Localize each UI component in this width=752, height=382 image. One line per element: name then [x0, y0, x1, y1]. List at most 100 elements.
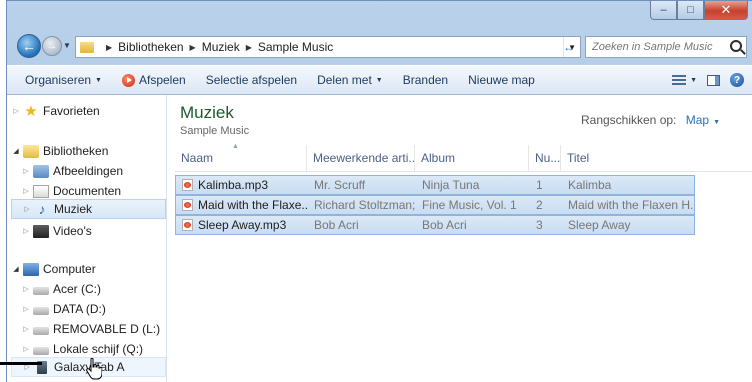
column-header-artists[interactable]: Meewerkende arti... [307, 145, 415, 171]
breadcrumb-sample-music[interactable]: Sample Music [258, 40, 333, 54]
expand-arrow-icon[interactable]: ▷ [21, 345, 31, 353]
nav-item-label: Bibliotheken [43, 144, 109, 158]
collapse-arrow-icon[interactable]: ◢ [11, 147, 21, 155]
nav-item-drive-c[interactable]: ▷ Acer (C:) [21, 279, 101, 299]
column-header-label: Meewerkende arti... [313, 151, 415, 165]
column-header-row: ▲ Naam Meewerkende arti... Album Nu... T… [175, 143, 752, 172]
file-name: Sleep Away.mp3 [198, 218, 287, 232]
chevron-down-icon: ▼ [690, 76, 697, 84]
new-folder-button[interactable]: Nieuwe map [458, 66, 545, 94]
nav-item-label: Muziek [54, 202, 93, 216]
file-list-pane: Muziek Sample Music Rangschikken op: Map… [167, 95, 752, 382]
address-bar[interactable]: ▶ Bibliotheken ▶ Muziek ▶ Sample Music ▼ [75, 36, 581, 58]
column-header-name[interactable]: Naam [175, 145, 307, 171]
search-box[interactable] [585, 36, 747, 58]
recent-pages-button[interactable]: ▼ [63, 41, 71, 50]
nav-item-music[interactable]: ▷ ♪ Muziek [11, 199, 166, 219]
nav-item-label: REMOVABLE D (L:) [53, 322, 161, 336]
table-row[interactable]: Sleep Away.mp3 Bob Acri Bob Acri 3 Sleep… [175, 215, 695, 235]
breadcrumb-libraries[interactable]: Bibliotheken [118, 40, 183, 54]
explorer-window: – □ ✕ ← → ▼ ▶ Bibliotheken ▶ Muziek ▶ Sa… [6, 0, 752, 382]
arrange-by: Rangschikken op: Map ▼ [581, 113, 720, 127]
search-icon[interactable] [730, 40, 742, 52]
preview-pane-icon[interactable] [707, 74, 720, 86]
expand-arrow-icon[interactable]: ▷ [21, 305, 31, 313]
expand-arrow-icon[interactable]: ▷ [21, 167, 31, 175]
new-folder-label: Nieuwe map [468, 73, 535, 87]
back-button[interactable]: ← [17, 34, 41, 58]
breadcrumb-chevron-icon[interactable]: ▶ [246, 43, 252, 52]
burn-button[interactable]: Branden [393, 66, 458, 94]
file-track-number: 1 [536, 178, 543, 192]
file-title: Sleep Away [568, 218, 631, 232]
library-title: Muziek [180, 103, 234, 122]
expand-arrow-icon[interactable]: ▷ [11, 107, 21, 115]
expand-arrow-icon[interactable]: ▷ [21, 285, 31, 293]
table-row[interactable]: Maid with the Flaxe... Richard Stoltzman… [175, 195, 695, 215]
close-button[interactable]: ✕ [704, 1, 748, 20]
column-header-number[interactable]: Nu... [529, 145, 561, 171]
command-bar: Organiseren ▼ Afspelen Selectie afspelen … [7, 65, 752, 95]
play-icon [121, 73, 135, 87]
toolbar-right-group: ▼ ? [672, 66, 744, 94]
nav-item-drive-q[interactable]: ▷ Lokale schijf (Q:) [21, 339, 143, 359]
share-button[interactable]: Delen met ▼ [307, 66, 393, 94]
library-icon [23, 144, 39, 158]
file-album: Bob Acri [422, 218, 467, 232]
play-label: Afspelen [138, 73, 186, 87]
file-track-number: 3 [536, 218, 543, 232]
expand-arrow-icon[interactable]: ▷ [21, 227, 31, 235]
refresh-icon[interactable]: ↔ [563, 40, 575, 54]
arrange-by-value: Map [685, 113, 710, 127]
maximize-button[interactable]: □ [677, 1, 704, 20]
search-input[interactable] [592, 41, 722, 53]
drive-icon [33, 346, 49, 355]
column-header-title[interactable]: Titel [561, 145, 691, 171]
burn-label: Branden [402, 73, 449, 87]
file-artist: Bob Acri [314, 218, 359, 232]
drive-icon [33, 286, 49, 295]
nav-item-libraries[interactable]: ◢ Bibliotheken [11, 141, 108, 161]
view-options-icon [672, 74, 687, 86]
annotation-pointer-line [0, 362, 42, 365]
table-row[interactable]: Kalimba.mp3 Mr. Scruff Ninja Tuna 1 Kali… [175, 175, 695, 195]
breadcrumb-chevron-icon[interactable]: ▶ [190, 43, 196, 52]
file-artist: Mr. Scruff [314, 178, 366, 192]
organize-button[interactable]: Organiseren ▼ [15, 66, 112, 94]
change-view-button[interactable]: ▼ [672, 74, 697, 86]
file-artist: Richard Stoltzman;... [314, 198, 416, 212]
file-track-number: 2 [536, 198, 543, 212]
expand-arrow-icon[interactable]: ▷ [21, 325, 31, 333]
column-header-label: Nu... [535, 151, 561, 165]
chevron-down-icon: ▼ [375, 76, 383, 84]
nav-item-pictures[interactable]: ▷ Afbeeldingen [21, 161, 123, 181]
expand-arrow-icon[interactable]: ▷ [21, 187, 31, 195]
help-icon[interactable]: ? [730, 73, 744, 87]
file-name: Kalimba.mp3 [198, 178, 269, 192]
documents-icon [33, 184, 49, 198]
forward-button[interactable]: → [42, 36, 62, 56]
library-subtitle: Sample Music [180, 125, 250, 137]
arrange-by-dropdown[interactable]: Map ▼ [686, 113, 720, 127]
play-button[interactable]: Afspelen [112, 66, 196, 94]
breadcrumb-chevron-icon[interactable]: ▶ [106, 43, 112, 52]
video-icon [33, 224, 49, 238]
nav-item-label: Acer (C:) [53, 282, 101, 296]
nav-item-label: Lokale schijf (Q:) [53, 342, 144, 356]
play-selection-label: Selectie afspelen [205, 73, 298, 87]
nav-item-favorites[interactable]: ▷ ★ Favorieten [11, 101, 100, 121]
collapse-arrow-icon[interactable]: ◢ [11, 265, 21, 273]
column-header-album[interactable]: Album [415, 145, 529, 171]
breadcrumb-music[interactable]: Muziek [202, 40, 240, 54]
play-selection-button[interactable]: Selectie afspelen [196, 66, 307, 94]
nav-item-drive-d[interactable]: ▷ DATA (D:) [21, 299, 106, 319]
nav-item-computer[interactable]: ◢ Computer [11, 259, 95, 279]
arrange-by-label: Rangschikken op: [580, 113, 677, 127]
minimize-button[interactable]: – [650, 1, 677, 20]
file-album: Fine Music, Vol. 1 [422, 198, 517, 212]
expand-arrow-icon[interactable]: ▷ [22, 205, 32, 213]
nav-item-drive-l[interactable]: ▷ REMOVABLE D (L:) [21, 319, 160, 339]
nav-item-label: Favorieten [43, 104, 100, 118]
nav-item-videos[interactable]: ▷ Video's [21, 221, 91, 241]
nav-item-documents[interactable]: ▷ Documenten [21, 181, 121, 201]
